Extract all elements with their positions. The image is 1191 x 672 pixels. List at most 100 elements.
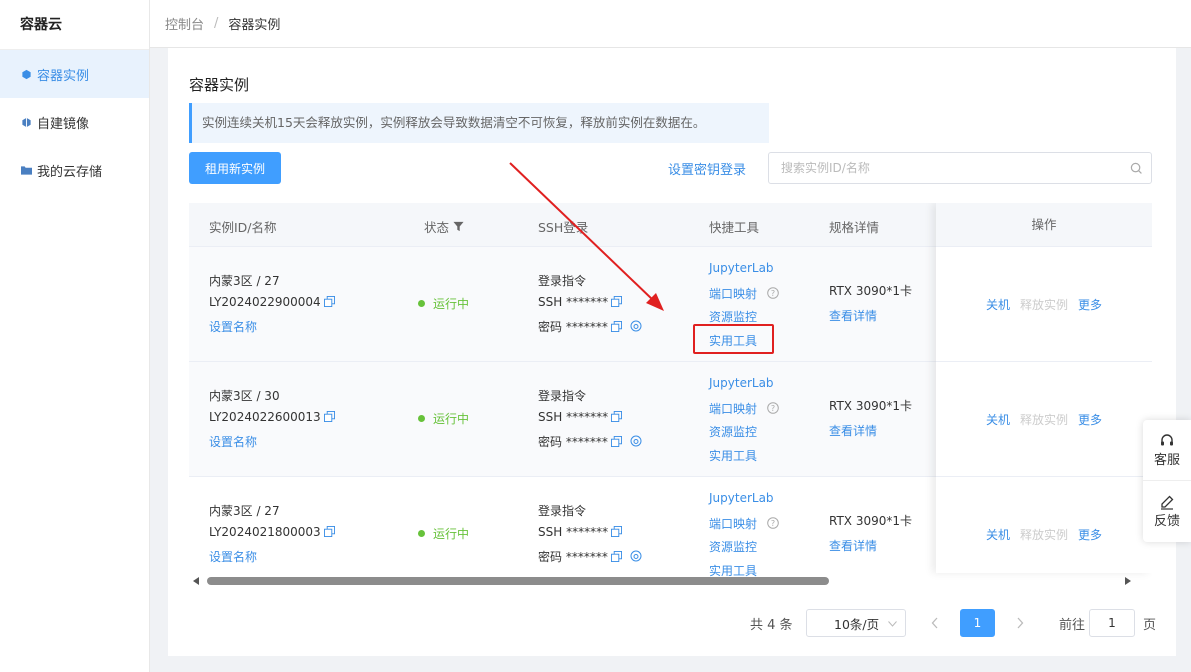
ssh-command-text: SSH ******* — [538, 525, 609, 539]
status-dot — [418, 300, 425, 307]
set-name-link[interactable]: 设置名称 — [209, 318, 257, 335]
breadcrumb-current: 容器实例 — [228, 18, 281, 33]
copy-icon[interactable] — [610, 321, 622, 332]
shutdown-button[interactable]: 关机 — [986, 296, 1010, 313]
svg-text:?: ? — [771, 519, 775, 528]
release-instance-button[interactable]: 释放实例 — [1020, 526, 1068, 543]
status-badge: 运行中 — [418, 410, 469, 427]
scroll-right-icon[interactable] — [1125, 577, 1131, 585]
next-page-icon[interactable] — [1016, 617, 1024, 629]
copy-icon[interactable] — [610, 436, 622, 447]
status-dot — [418, 415, 425, 422]
page-number-current[interactable]: 1 — [960, 609, 995, 637]
horizontal-scroll-thumb[interactable] — [207, 577, 829, 585]
header-status: 状态 — [424, 217, 464, 236]
eye-toggle-icon[interactable] — [630, 550, 642, 562]
tool-port-mapping: 端口映射? — [709, 515, 779, 532]
instance-id-text: LY2024022600013 — [209, 410, 321, 424]
copy-icon[interactable] — [610, 551, 622, 562]
breadcrumb-root[interactable]: 控制台 — [165, 14, 204, 33]
search-icon[interactable] — [1121, 162, 1151, 175]
sidebar-item-custom-images[interactable]: 自建镜像 — [0, 98, 149, 146]
feedback-button[interactable]: 反馈 — [1143, 481, 1191, 542]
help-icon[interactable]: ? — [767, 402, 779, 414]
set-name-link[interactable]: 设置名称 — [209, 548, 257, 565]
view-details-link[interactable]: 查看详情 — [829, 422, 877, 439]
more-button[interactable]: 更多 — [1078, 411, 1102, 428]
instance-region: 内蒙3区 / 30 — [209, 389, 280, 403]
header-tools: 快捷工具 — [709, 220, 760, 235]
rent-new-instance-button[interactable]: 租用新实例 — [189, 152, 281, 184]
search-input[interactable] — [781, 161, 1121, 175]
spec-gpu: RTX 3090*1卡 — [829, 284, 913, 298]
ssh-title: 登录指令 — [538, 274, 587, 288]
shutdown-button[interactable]: 关机 — [986, 411, 1010, 428]
prev-page-icon[interactable] — [931, 617, 939, 629]
tool-resource-monitor-link[interactable]: 资源监控 — [709, 308, 757, 325]
help-icon[interactable]: ? — [767, 517, 779, 529]
sidebar-item-cloud-storage[interactable]: 我的云存储 — [0, 146, 149, 194]
ssh-command: SSH ******* — [538, 525, 623, 539]
tool-port-mapping-link[interactable]: 端口映射 — [709, 402, 757, 416]
folder-icon — [20, 164, 32, 176]
view-details-link[interactable]: 查看详情 — [829, 307, 877, 324]
tool-jupyterlab-link[interactable]: JupyterLab — [709, 261, 774, 275]
tool-resource-monitor-link[interactable]: 资源监控 — [709, 423, 757, 440]
pagination-total: 共 4 条 — [750, 618, 793, 633]
eye-toggle-icon[interactable] — [630, 320, 642, 332]
ssh-password: 密码 ******* — [538, 318, 642, 335]
sidebar-item-label: 容器实例 — [37, 68, 90, 84]
more-button[interactable]: 更多 — [1078, 296, 1102, 313]
status-badge: 运行中 — [418, 295, 469, 312]
goto-page-input[interactable] — [1089, 609, 1135, 637]
eye-toggle-icon[interactable] — [630, 435, 642, 447]
copy-icon[interactable] — [611, 411, 623, 422]
ssh-command-text: SSH ******* — [538, 295, 609, 309]
customer-service-button[interactable]: 客服 — [1143, 420, 1191, 481]
sidebar-item-container-instances[interactable]: 容器实例 — [0, 50, 149, 98]
copy-icon[interactable] — [611, 526, 623, 537]
tool-port-mapping-link[interactable]: 端口映射 — [709, 517, 757, 531]
header-ssh: SSH登录 — [538, 220, 589, 235]
copy-icon[interactable] — [323, 411, 335, 422]
ops-row: 关机 释放实例 更多 — [936, 362, 1152, 477]
tool-port-mapping-link[interactable]: 端口映射 — [709, 287, 757, 301]
horizontal-scrollbar[interactable] — [189, 575, 1152, 587]
scroll-left-icon[interactable] — [193, 577, 199, 585]
instance-id: LY2024022600013 — [209, 410, 335, 424]
filter-icon[interactable] — [453, 221, 464, 232]
tool-jupyterlab-link[interactable]: JupyterLab — [709, 376, 774, 390]
instance-region: 内蒙3区 / 27 — [209, 504, 280, 518]
ssh-password-text: 密码 ******* — [538, 320, 608, 334]
page-suffix: 页 — [1143, 618, 1157, 633]
help-icon[interactable]: ? — [767, 287, 779, 299]
image-stack-icon — [20, 116, 32, 128]
release-instance-button[interactable]: 释放实例 — [1020, 411, 1068, 428]
tool-jupyterlab-link[interactable]: JupyterLab — [709, 491, 774, 505]
customer-service-label: 客服 — [1153, 452, 1180, 468]
set-name-link[interactable]: 设置名称 — [209, 433, 257, 450]
view-details-link[interactable]: 查看详情 — [829, 537, 877, 554]
instance-id-text: LY2024021800003 — [209, 525, 321, 539]
status-dot — [418, 530, 425, 537]
tool-resource-monitor-link[interactable]: 资源监控 — [709, 538, 757, 555]
page-size-select[interactable]: 10条/页 — [806, 609, 906, 637]
set-key-login-link[interactable]: 设置密钥登录 — [668, 159, 746, 178]
floating-support-panel: 客服 反馈 — [1143, 420, 1191, 542]
status-text: 运行中 — [433, 527, 470, 541]
release-instance-button[interactable]: 释放实例 — [1020, 296, 1068, 313]
pencil-icon — [1161, 495, 1174, 510]
ssh-command: SSH ******* — [538, 295, 623, 309]
copy-icon[interactable] — [323, 526, 335, 537]
highlight-box — [693, 324, 774, 354]
copy-icon[interactable] — [611, 296, 623, 307]
more-button[interactable]: 更多 — [1078, 526, 1102, 543]
page-size-value: 10条/页 — [834, 616, 880, 632]
sidebar: 容器云 容器实例 自建镜像 我的云存储 — [0, 0, 150, 672]
copy-icon[interactable] — [323, 296, 335, 307]
operations-column: 操作 关机 释放实例 更多 关机 释放实例 更多 关机 释放实例 更多 — [936, 203, 1152, 573]
tool-utilities-link[interactable]: 实用工具 — [709, 447, 757, 464]
shutdown-button[interactable]: 关机 — [986, 526, 1010, 543]
goto-label: 前往 — [1059, 618, 1086, 633]
spec-gpu: RTX 3090*1卡 — [829, 514, 913, 528]
